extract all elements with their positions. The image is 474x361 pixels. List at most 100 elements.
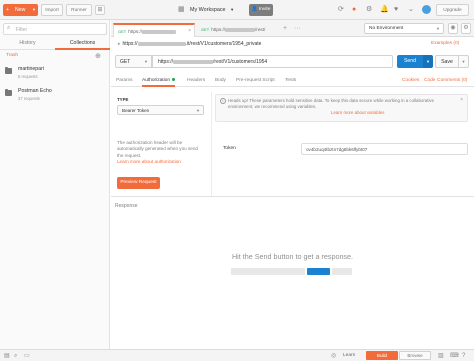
token-input[interactable]: ov4b2uq4tbztn7dg6bk6lfybt07 [301,143,468,155]
auth-type-select[interactable]: Bearer Token ▼ [117,105,204,115]
upgrade-button[interactable]: Upgrade [436,4,469,16]
tab-params[interactable]: Params [116,75,133,87]
eye-icon[interactable]: ◉ [448,23,458,34]
close-icon[interactable]: × [188,25,191,37]
collection-name: martinepari [18,66,44,72]
cookies-link[interactable]: Cookies [402,75,419,87]
method-badge: GET [201,27,210,32]
invite-label: Invite [258,7,271,12]
close-icon[interactable]: × [460,97,463,103]
two-pane-icon[interactable]: ▥ [438,351,444,361]
more-icon[interactable]: ··· [294,23,301,35]
console-icon[interactable]: ▭ [24,351,30,361]
collection-count: 37 requests [18,96,40,101]
info-icon: i [220,98,226,104]
build-button[interactable]: Build [366,351,398,360]
learn-more-authorization-link[interactable]: Learn more about authorization [117,159,207,165]
request-tab[interactable]: GET https:// × [113,23,195,37]
request-tab-title: https:// [211,27,226,32]
user-menu-icon[interactable]: ⌄ [408,4,414,16]
code-link[interactable]: Code [424,75,435,87]
add-tab-icon[interactable]: + [283,23,287,35]
help-icon[interactable]: ? [462,351,465,361]
request-sub-tabs: Params Authorization Headers Body Pre-re… [111,75,474,87]
send-dropdown-button[interactable]: ▼ [423,55,433,68]
search-icon: ⌕ [7,25,11,31]
invite-icon: 👤 [251,7,258,12]
new-button[interactable]: + New ▼ [3,4,38,16]
main-panel: GET https:// × GET https:///rest/ + ··· No… [111,20,474,349]
avatar[interactable] [422,5,431,14]
tab-authorization[interactable]: Authorization [142,75,175,87]
send-button[interactable]: Send [397,55,423,68]
bootcamp-icon: ◎ [331,353,337,359]
invite-button[interactable]: 👤 Invite [249,4,273,16]
chevron-down-icon: ▼ [196,108,200,113]
tab-history[interactable]: History [0,37,55,50]
workspace-label: My Workspace [190,7,226,13]
method-badge: GET [118,29,127,34]
filter-placeholder: Filter [16,27,28,33]
placeholder-bar [332,268,352,275]
chevron-down-icon: ▼ [32,7,36,12]
caret-right-icon: ▸ [118,41,121,47]
sensitive-data-warning: i Heads up! These parameters hold sensit… [215,94,468,122]
new-window-icon[interactable]: ⊞ [95,5,105,15]
redacted-host [137,41,186,46]
plus-icon: + [6,7,10,13]
token-value: ov4b2uq4tbztn7dg6bk6lfybt07 [306,147,368,152]
learn-link[interactable]: Learn [343,350,355,361]
workspace-selector[interactable]: My Workspace ▼ [190,4,234,16]
tab-pre-request-script[interactable]: Pre-request Script [236,75,275,87]
url-prefix: https:// [158,59,174,65]
request-tab[interactable]: GET https:// /rest/ [197,23,279,37]
save-button[interactable]: Save [435,55,459,68]
gear-icon[interactable]: ⚙ [461,23,471,34]
examples-dropdown[interactable]: Examples (0) [431,41,459,46]
workspace-grid-icon: ▦ [178,6,185,13]
request-name-prefix: https:// [122,41,138,47]
save-dropdown-button[interactable]: ▼ [459,55,469,68]
comments-link[interactable]: Comments (0) [437,75,467,87]
sidebar-tabs: History Collections [0,37,110,50]
method-select[interactable]: GET ▼ [115,55,152,68]
auth-type-value: Bearer Token [122,108,150,113]
search-icon[interactable]: ⌕ [14,351,17,361]
runner-button[interactable]: Runner [66,4,92,16]
folder-icon [5,89,12,96]
collection-item[interactable]: martinepari 6 requests [0,65,110,82]
placeholder-bar [231,268,305,275]
tab-collections[interactable]: Collections [55,37,110,50]
filter-input[interactable]: ⌕ Filter [3,23,107,35]
status-bar: ▤ ⌕ ▭ ◎ Learn Build Browse ▥ ⌨ ? [0,349,474,361]
sync-icon[interactable]: ⟳ [338,4,344,16]
environment-label: No Environment [369,26,404,31]
add-collection-icon[interactable]: ⊕ [95,52,101,60]
interceptor-icon[interactable]: ● [352,4,356,16]
sidebar-toggle-icon[interactable]: ▤ [4,351,10,361]
environment-selector[interactable]: No Environment ▼ [364,23,444,34]
keyboard-icon[interactable]: ⌨ [450,351,459,361]
browse-button[interactable]: Browse [399,351,431,360]
url-input[interactable]: https:// /rest/V1/customers/1954 [152,55,393,68]
tab-headers[interactable]: Headers [187,75,205,87]
learn-more-variables-link[interactable]: Learn more about variables [331,110,384,115]
folder-icon [5,67,12,74]
trash-link[interactable]: Trash [6,53,18,58]
settings-icon[interactable]: ⚙ [366,4,372,16]
auth-type-label: TYPE [117,97,129,102]
import-button[interactable]: Import [41,4,63,16]
active-dot-icon [172,78,175,82]
heart-icon[interactable]: ♥ [394,4,398,16]
notifications-icon[interactable]: 🔔 [380,4,389,16]
preview-request-button[interactable]: Preview Request [117,177,160,189]
tab-body[interactable]: Body [215,75,226,87]
redacted-host [225,27,256,32]
request-name[interactable]: ▸ https:// .it/rest/V1/customers/1954_priv… [118,41,261,47]
collection-item[interactable]: Postman Echo 37 requests [0,87,110,104]
tab-tests[interactable]: Tests [285,75,296,87]
new-button-label: New [15,7,26,13]
response-label: Response [115,203,138,209]
response-divider[interactable] [111,196,474,197]
sidebar: ⌕ Filter History Collections Trash ⊕ mar… [0,20,110,349]
